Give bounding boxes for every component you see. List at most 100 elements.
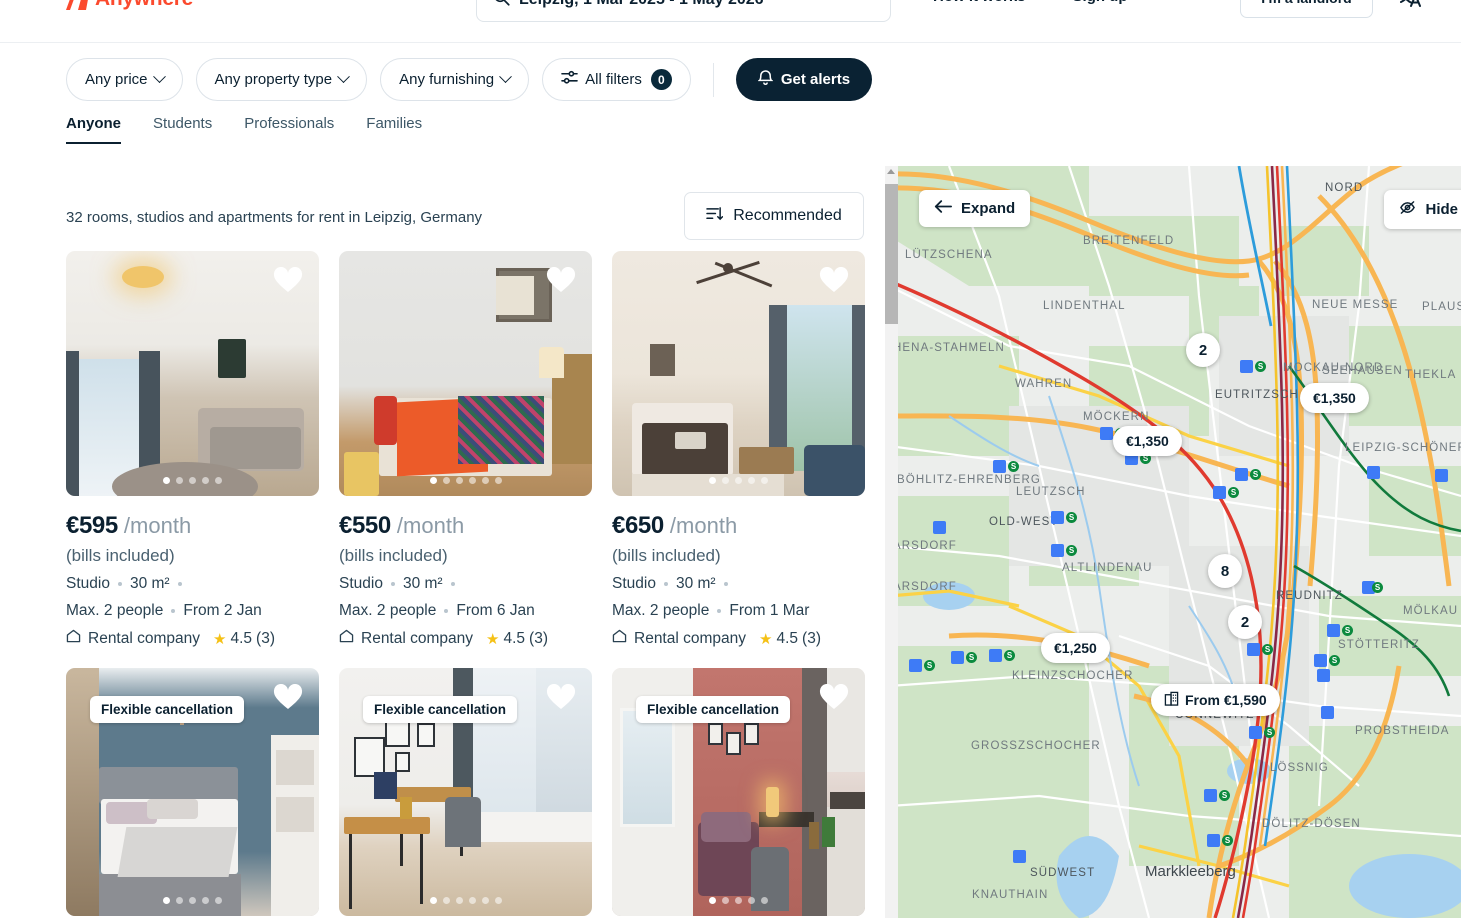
listing-card[interactable]: Flexible cancellation <box>339 668 592 916</box>
results-count-text: 32 rooms, studios and apartments for ren… <box>66 209 483 226</box>
s-bahn-icon: S <box>966 652 977 663</box>
map-price-marker[interactable]: €1,250 <box>1041 633 1110 663</box>
favorite-icon[interactable] <box>546 683 576 711</box>
photo-dots[interactable] <box>66 897 319 904</box>
listing-price-line: €650 /month <box>612 512 865 540</box>
separator-dot <box>663 582 668 586</box>
listing-type: Studio <box>66 575 110 592</box>
photo-dots[interactable] <box>612 477 865 484</box>
eye-off-icon <box>1399 200 1416 219</box>
scrollbar-thumb[interactable] <box>885 184 898 324</box>
tab-anyone[interactable]: Anyone <box>66 115 122 144</box>
listing-price-period: /month <box>396 513 465 538</box>
tab-families[interactable]: Families <box>366 115 422 144</box>
train-station-icon <box>1100 427 1113 440</box>
listing-card[interactable]: €550 /month (bills included) Studio 30 m… <box>339 251 592 648</box>
filter-furnishing[interactable]: Any furnishing <box>380 58 530 101</box>
listing-type: Studio <box>339 575 383 592</box>
photo-dots[interactable] <box>339 897 592 904</box>
separator-dot <box>723 582 728 586</box>
separator-dot <box>171 609 176 613</box>
favorite-icon[interactable] <box>273 683 303 711</box>
chevron-down-icon <box>152 70 166 84</box>
map-panel[interactable]: Expand Hide €1,350 €1,350 €1,250 From €1… <box>889 166 1461 918</box>
get-alerts-button[interactable]: Get alerts <box>735 58 873 101</box>
listing-photo[interactable]: Flexible cancellation <box>612 668 865 916</box>
map-building-marker[interactable]: From €1,590 <box>1151 684 1280 716</box>
listing-size: 30 m² <box>129 575 170 592</box>
listing-card[interactable]: Flexible cancellation <box>66 668 319 916</box>
favorite-icon[interactable] <box>819 683 849 711</box>
favorite-icon[interactable] <box>546 266 576 294</box>
favorite-icon[interactable] <box>273 266 303 294</box>
brand-logo[interactable]: Anywhere <box>62 0 193 12</box>
listing-bills: (bills included) <box>612 546 721 565</box>
train-station-icon <box>1207 834 1220 847</box>
all-filters-button[interactable]: All filters 0 <box>542 58 691 101</box>
tab-students[interactable]: Students <box>153 115 212 144</box>
map-price-marker[interactable]: €1,350 <box>1300 383 1369 413</box>
map-cluster-marker[interactable]: 2 <box>1228 605 1262 639</box>
train-station-icon <box>1314 654 1327 667</box>
sort-button[interactable]: Recommended <box>684 192 864 240</box>
map-cluster-marker[interactable]: 2 <box>1186 333 1220 367</box>
flexible-cancellation-badge: Flexible cancellation <box>636 696 791 723</box>
train-station-icon <box>1235 468 1248 481</box>
listing-photo[interactable] <box>339 251 592 496</box>
map-price-marker[interactable]: €1,350 <box>1113 426 1182 456</box>
home-icon <box>66 629 81 648</box>
star-icon: ★ <box>486 630 500 648</box>
nav-sign-up[interactable]: Sign up <box>1073 0 1128 5</box>
listing-price-line: €550 /month <box>339 512 592 540</box>
photo-dots[interactable] <box>339 477 592 484</box>
filter-bar: Any price Any property type Any furnishi… <box>0 42 1461 166</box>
map-expand-button[interactable]: Expand <box>919 190 1031 227</box>
listing-price: €650 <box>612 512 664 539</box>
s-bahn-icon: S <box>1262 644 1273 655</box>
rating-value: 4.5 <box>776 629 799 647</box>
language-icon[interactable] <box>1398 0 1422 13</box>
photo-dots[interactable] <box>66 477 319 484</box>
listing-meta-2: Max. 2 people From 2 Jan <box>66 602 319 620</box>
tab-professionals[interactable]: Professionals <box>244 115 334 144</box>
filter-price[interactable]: Any price <box>66 58 183 101</box>
listing-meta-2: Max. 2 people From 1 Mar <box>612 602 865 620</box>
train-station-icon <box>951 651 964 664</box>
map-hide-button[interactable]: Hide <box>1384 190 1461 229</box>
listing-info: €550 /month (bills included) Studio 30 m… <box>339 496 592 648</box>
search-bar[interactable]: Leipzig, 1 Mar 2025 - 1 May 2026 <box>476 0 891 22</box>
building-icon <box>1164 691 1179 709</box>
rating-value: 4.5 <box>230 629 253 647</box>
s-bahn-icon: S <box>1004 650 1015 661</box>
listing-price-period: /month <box>669 513 738 538</box>
separator-dot <box>117 582 122 586</box>
photo-dots[interactable] <box>612 897 865 904</box>
favorite-icon[interactable] <box>819 266 849 294</box>
nav-how-it-works[interactable]: How it works <box>933 0 1026 5</box>
listing-photo[interactable]: Flexible cancellation <box>66 668 319 916</box>
map-canvas[interactable] <box>889 166 1461 918</box>
arrow-left-icon <box>934 200 952 217</box>
listing-bills: (bills included) <box>339 546 448 565</box>
landlord-button[interactable]: I'm a landlord <box>1240 0 1373 18</box>
listing-photo[interactable] <box>66 251 319 496</box>
listing-photo[interactable]: Flexible cancellation <box>339 668 592 916</box>
map-cluster-marker[interactable]: 8 <box>1208 554 1242 588</box>
listing-card[interactable]: Flexible cancellation <box>612 668 865 916</box>
scroll-up-arrow-icon[interactable] <box>887 169 895 174</box>
listing-photo[interactable] <box>612 251 865 496</box>
filter-property-type[interactable]: Any property type <box>195 58 368 101</box>
home-icon <box>612 629 627 648</box>
s-bahn-icon: S <box>1372 582 1383 593</box>
brand-name: Anywhere <box>95 0 193 11</box>
results-scrollbar[interactable] <box>885 166 898 918</box>
marker-price-label: €1,350 <box>1126 433 1169 449</box>
search-icon <box>493 0 510 11</box>
listing-price: €595 <box>66 512 118 539</box>
train-station-icon <box>1013 850 1026 863</box>
listing-card[interactable]: €595 /month (bills included) Studio 30 m… <box>66 251 319 648</box>
chevron-down-icon <box>337 70 350 84</box>
listing-grid: €595 /month (bills included) Studio 30 m… <box>66 251 865 916</box>
s-bahn-icon: S <box>1066 545 1077 556</box>
listing-card[interactable]: €650 /month (bills included) Studio 30 m… <box>612 251 865 648</box>
